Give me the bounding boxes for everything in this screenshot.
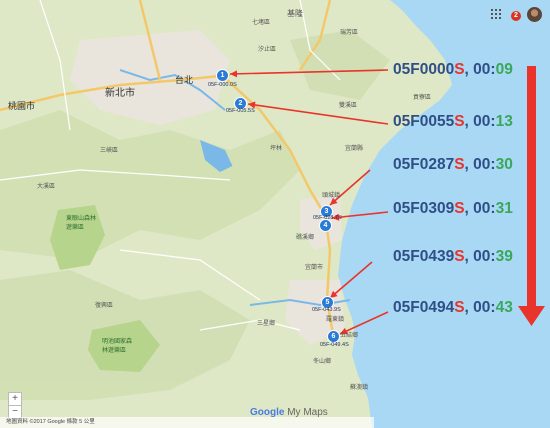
place-label: 坪林 (270, 146, 283, 152)
time-minutes: 00: (473, 113, 496, 130)
tile-prefix: 05F (393, 156, 420, 173)
place-label: 七堵區 (252, 20, 271, 26)
time-minutes: 00: (473, 299, 496, 316)
tile-number: 0287 (419, 156, 455, 173)
tile-prefix: 05F (393, 113, 420, 130)
tile-prefix: 05F (393, 299, 420, 316)
park-label-dongyan: 東眼山森林遊樂區 (66, 216, 97, 231)
place-label: 貢寮區 (413, 95, 432, 101)
place-label: 三峽區 (100, 148, 119, 154)
marker-label-2: 05F-005.5S (226, 108, 255, 114)
place-label: 復興區 (95, 303, 114, 309)
map-frame: 台北 新北市 桃園市 基隆 七堵區 瑞芳區 汐止區 雙溪區 貢寮區 宜蘭縣 坪林… (0, 0, 550, 428)
time-label-2: 05F0055S, 00:13 (393, 114, 513, 130)
tile-number: 0494 (419, 299, 455, 316)
tile-suffix: S (454, 113, 465, 130)
tile-suffix: S (454, 61, 465, 78)
time-label-6: 05F0494S, 00:43 (393, 300, 513, 316)
place-label: 頭城鎮 (322, 193, 341, 199)
place-label: 基隆 (287, 9, 303, 18)
tile-number: 0055 (419, 113, 455, 130)
city-xinbei: 新北市 (105, 88, 135, 99)
tile-prefix: 05F (393, 200, 420, 217)
separator: , (464, 61, 474, 78)
time-minutes: 00: (473, 248, 496, 265)
marker-label-5: 05F-043.9S (312, 307, 341, 313)
tile-prefix: 05F (393, 61, 420, 78)
separator: , (464, 248, 474, 265)
place-label: 宜蘭市 (305, 265, 324, 271)
marker-1[interactable]: 1 (216, 69, 229, 82)
marker-label-1: 05F-000.0S (208, 82, 237, 88)
time-seconds: 43 (495, 299, 513, 316)
time-seconds: 30 (495, 156, 513, 173)
separator: , (464, 113, 474, 130)
separator: , (464, 156, 474, 173)
place-label: 三星鄉 (257, 321, 276, 327)
place-label: 雙溪區 (339, 103, 358, 109)
time-seconds: 39 (495, 248, 513, 265)
tile-suffix: S (454, 156, 465, 173)
time-minutes: 00: (473, 200, 496, 217)
tile-number: 0439 (419, 248, 455, 265)
place-label: 五結鄉 (340, 333, 359, 339)
map-attribution: 地圖資料 ©2017 Google 條款 5 公里 (0, 417, 374, 428)
place-label: 羅東鎮 (326, 317, 345, 323)
place-label: 冬山鄉 (313, 359, 332, 365)
time-seconds: 31 (495, 200, 513, 217)
tile-number: 0000 (419, 61, 455, 78)
tile-prefix: 05F (393, 248, 420, 265)
tile-suffix: S (454, 299, 465, 316)
place-label: 瑞芳區 (340, 30, 359, 36)
tile-suffix: S (454, 248, 465, 265)
marker-label-6: 05F-049.4S (320, 342, 349, 348)
place-label: 大溪區 (37, 184, 56, 190)
avatar[interactable] (527, 7, 542, 22)
zoom-in-button[interactable]: + (8, 392, 22, 406)
time-label-4: 05F0309S, 00:31 (393, 201, 513, 217)
time-minutes: 00: (473, 61, 496, 78)
place-label: 礁溪鄉 (296, 235, 315, 241)
park-label-mingchi: 明池國家森林遊樂區 (102, 339, 133, 354)
separator: , (464, 200, 474, 217)
time-label-3: 05F0287S, 00:30 (393, 157, 513, 173)
separator: , (464, 299, 474, 316)
time-label-1: 05F0000S, 00:09 (393, 62, 513, 78)
time-seconds: 09 (495, 61, 513, 78)
time-seconds: 13 (495, 113, 513, 130)
city-taoyuan: 桃園市 (8, 101, 36, 111)
tile-number: 0309 (419, 200, 455, 217)
apps-grid-icon[interactable] (491, 9, 503, 21)
notification-badge[interactable]: 2 (511, 11, 521, 21)
city-taibei: 台北 (175, 75, 194, 85)
place-label: 汐止區 (258, 47, 277, 53)
place-label: 蘇澳鎮 (350, 385, 369, 391)
time-label-5: 05F0439S, 00:39 (393, 249, 513, 265)
tile-suffix: S (454, 200, 465, 217)
place-label: 宜蘭縣 (345, 146, 364, 152)
marker-4[interactable]: 4 (319, 219, 332, 232)
time-minutes: 00: (473, 156, 496, 173)
